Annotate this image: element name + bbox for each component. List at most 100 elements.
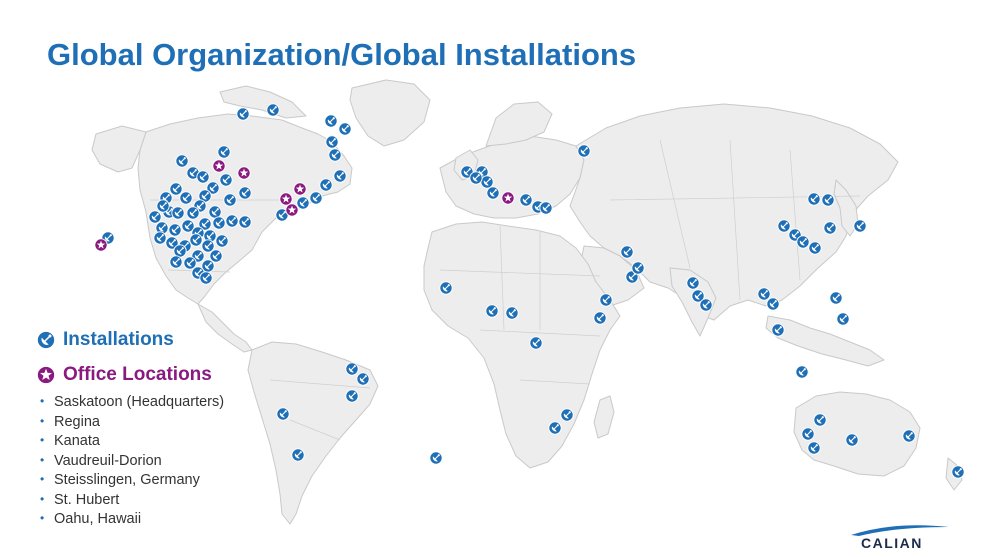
office-list-item: Oahu, Hawaii [40, 511, 296, 531]
installation-marker-icon [356, 372, 370, 386]
installation-marker-icon [599, 293, 613, 307]
installation-marker-icon [529, 336, 543, 350]
logo-text: CALIAN [861, 535, 923, 551]
installation-marker-icon [338, 122, 352, 136]
installation-marker-icon [324, 114, 338, 128]
installation-marker-icon [757, 287, 771, 301]
installation-marker-icon [539, 201, 553, 215]
installation-marker-icon [469, 171, 483, 185]
installation-marker-icon [771, 323, 785, 337]
office-marker-icon [94, 238, 108, 252]
installation-marker-icon [189, 233, 203, 247]
installation-marker-icon [309, 191, 323, 205]
installation-marker-icon [266, 103, 280, 117]
installation-marker-icon [620, 245, 634, 259]
installation-marker-icon [439, 281, 453, 295]
installation-marker-icon [186, 206, 200, 220]
installation-marker-icon [238, 215, 252, 229]
installation-marker-icon [829, 291, 843, 305]
installation-marker-icon [236, 107, 250, 121]
installation-marker-icon [212, 216, 226, 230]
installation-marker-icon [345, 362, 359, 376]
office-list-item: Steisslingen, Germany [40, 472, 296, 492]
installation-marker-icon [169, 182, 183, 196]
installation-marker-icon [486, 186, 500, 200]
installation-marker-icon [175, 154, 189, 168]
installation-marker-icon [156, 199, 170, 213]
installation-marker-icon [902, 429, 916, 443]
legend-offices: Office Locations [36, 361, 296, 388]
office-list-item: St. Hubert [40, 492, 296, 512]
installation-marker-icon [505, 306, 519, 320]
installation-marker-icon [219, 173, 233, 187]
office-marker-icon [285, 203, 299, 217]
installation-marker-icon [171, 206, 185, 220]
office-list: Saskatoon (Headquarters)ReginaKanataVaud… [40, 394, 296, 531]
installation-marker-icon [777, 219, 791, 233]
installation-marker-icon [631, 261, 645, 275]
installation-marker-icon [168, 223, 182, 237]
installation-marker-icon [215, 234, 229, 248]
legend-installations-label: Installations [63, 328, 174, 350]
installation-marker-icon [686, 276, 700, 290]
installation-marker-icon [199, 271, 213, 285]
installation-marker-icon [429, 451, 443, 465]
legend: Installations Office Locations Saskatoon… [36, 326, 296, 531]
installation-marker-icon [201, 239, 215, 253]
installation-marker-icon [179, 191, 193, 205]
installation-marker-icon [699, 298, 713, 312]
installation-marker-icon [813, 413, 827, 427]
installation-marker-icon [951, 465, 965, 479]
office-marker-icon [279, 192, 293, 206]
installation-marker-icon [480, 175, 494, 189]
installation-marker-icon [225, 214, 239, 228]
southeast-asia-islands [765, 315, 885, 367]
arctic-islands [219, 85, 307, 119]
installation-marker-icon [208, 205, 222, 219]
installation-marker-icon [196, 170, 210, 184]
office-list-item: Saskatoon (Headquarters) [40, 394, 296, 414]
installation-marker-icon [217, 145, 231, 159]
installation-marker-icon [593, 311, 607, 325]
installation-marker-icon [519, 193, 533, 207]
office-marker-icon [212, 159, 226, 173]
installation-marker-icon [173, 244, 187, 258]
installation-marker-icon [328, 148, 342, 162]
installation-marker-icon [836, 312, 850, 326]
office-list-item: Kanata [40, 433, 296, 453]
installation-marker-icon [153, 231, 167, 245]
installation-marker-icon [296, 196, 310, 210]
installation-marker-icon [801, 427, 815, 441]
installation-marker-icon [560, 408, 574, 422]
installation-marker-icon [853, 219, 867, 233]
installation-marker-icon [807, 441, 821, 455]
madagascar [593, 395, 615, 439]
installation-marker-icon [548, 421, 562, 435]
legend-offices-label: Office Locations [63, 363, 212, 385]
installation-marker-icon [845, 433, 859, 447]
installation-marker-icon [796, 235, 810, 249]
installation-marker-icon [183, 256, 197, 270]
legend-installations: Installations [36, 326, 296, 353]
office-list-item: Regina [40, 414, 296, 434]
installation-marker-icon [209, 249, 223, 263]
office-list-item: Vaudreuil-Dorion [40, 453, 296, 473]
installation-marker-icon [333, 169, 347, 183]
office-marker-icon [293, 182, 307, 196]
installation-marker-icon [823, 221, 837, 235]
calian-logo: CALIAN [845, 523, 955, 553]
installation-marker-icon [238, 186, 252, 200]
installation-marker-icon [808, 241, 822, 255]
installation-marker-icon [485, 304, 499, 318]
satellite-dish-icon [36, 330, 56, 350]
greenland [349, 79, 431, 147]
star-icon [36, 365, 56, 385]
installation-marker-icon [807, 192, 821, 206]
installation-marker-icon [223, 193, 237, 207]
installation-marker-icon [169, 255, 183, 269]
installation-marker-icon [148, 210, 162, 224]
installation-marker-icon [795, 365, 809, 379]
installation-marker-icon [325, 135, 339, 149]
office-marker-icon [501, 191, 515, 205]
installation-marker-icon [577, 144, 591, 158]
